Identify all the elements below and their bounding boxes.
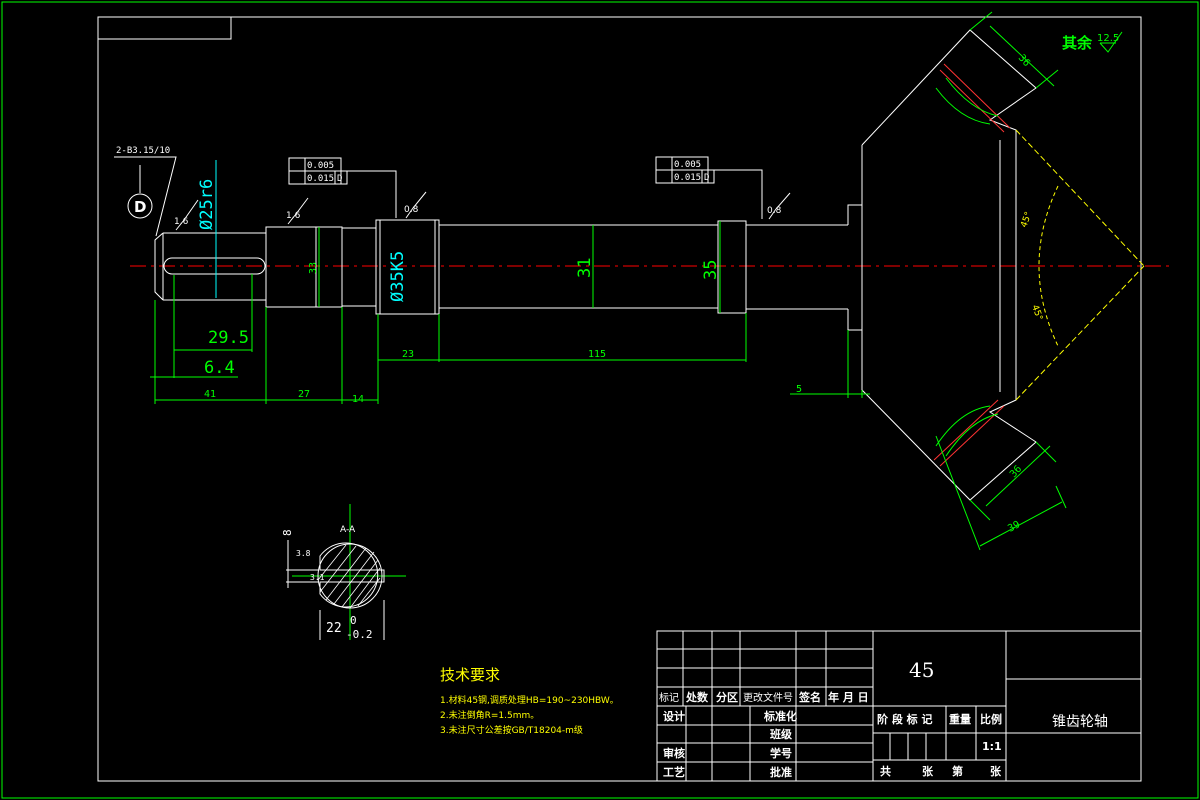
- dim-dia-35k5: Ø35K5: [388, 251, 408, 302]
- tech-requirement-3: 3.未注尺寸公差按GB/T18204-m级: [440, 724, 583, 736]
- dim-gear-bottom: 36: [1008, 464, 1024, 480]
- section-a-a: A-A 8 3.8 3.1 22 0 -0.2: [281, 504, 406, 641]
- finish-mark-2: 1.6: [286, 211, 301, 221]
- sheet-unit-1: 张: [922, 764, 934, 778]
- section-title: A-A: [340, 525, 356, 535]
- dim-gear-width: 39: [1006, 519, 1022, 534]
- dimension-lines: [150, 11, 1067, 551]
- role-student-id: 学号: [770, 746, 792, 760]
- shaft-outline: [154, 29, 1145, 501]
- tolerance-1-flatness: 0.015: [307, 174, 334, 184]
- gear-teeth-hatch: [933, 63, 1011, 467]
- dim-dia-33: 33: [308, 262, 319, 274]
- role-class: 班级: [770, 727, 793, 741]
- surface-finish-marks: [175, 191, 791, 231]
- dim-angle-top: 45°: [1019, 211, 1034, 229]
- datum-label: D: [134, 198, 146, 216]
- role-approve: 批准: [770, 765, 792, 779]
- finish-mark-4: 0.8: [767, 206, 782, 216]
- role-design: 设计: [663, 709, 685, 723]
- dim-angle-bottom: 45°: [1029, 304, 1044, 322]
- weight-header: 重量: [949, 712, 971, 726]
- header-count: 处数: [685, 690, 709, 704]
- tolerance-frame-2: 0.005 0.015 D: [655, 156, 763, 219]
- gear-teeth-arcs: [935, 77, 999, 457]
- dim-len-27: 27: [298, 389, 310, 400]
- surface-finish-other: 其余 12.5: [1062, 31, 1123, 53]
- tolerance-2-runout: 0.005: [674, 160, 701, 170]
- dim-len-23: 23: [402, 349, 414, 360]
- role-process: 工艺: [663, 765, 685, 779]
- dim-len-29-5: 29.5: [208, 328, 249, 348]
- dim-len-115: 115: [588, 349, 606, 360]
- part-name: 锥齿轮轴: [1052, 714, 1108, 730]
- cad-drawing: 其余 12.5 2-B3.15/10 D 1.6 1.6 0.8 0.8 0.0…: [0, 0, 1200, 800]
- tech-requirement-1: 1.材料45钢,调质处理HB=190~230HBW。: [440, 694, 619, 706]
- dim-gear-top: 36: [1016, 53, 1032, 69]
- finish-other-value: 12.5: [1097, 33, 1119, 44]
- section-keyway-side: 3.1: [310, 573, 325, 582]
- sheet-unit-2: 张: [990, 764, 1002, 778]
- dim-len-5: 5: [796, 384, 802, 395]
- section-keyway-top: 3.8: [296, 549, 311, 558]
- dim-dia-35: 35: [701, 260, 721, 280]
- scale-header: 比例: [980, 712, 1002, 726]
- stage-marks-header: 阶 段 标 记: [877, 712, 933, 726]
- header-change-doc: 更改文件号: [743, 691, 793, 704]
- tech-requirement-2: 2.未注倒角R=1.5mm。: [440, 709, 539, 721]
- material-value: 45: [909, 658, 934, 682]
- tolerance-2-flatness: 0.015: [674, 173, 701, 183]
- header-signature: 签名: [798, 690, 821, 704]
- dim-len-41: 41: [204, 389, 216, 400]
- title-block: [656, 630, 1142, 782]
- tolerance-2-datum: D: [704, 173, 709, 183]
- header-date: 年 月 日: [828, 690, 869, 704]
- dim-len-14: 14: [352, 394, 364, 405]
- center-hole-label: 2-B3.15/10: [116, 146, 170, 156]
- tech-requirements: 技术要求 1.材料45钢,调质处理HB=190~230HBW。 2.未注倒角R=…: [440, 666, 619, 736]
- finish-mark-1: 1.6: [174, 217, 189, 227]
- section-depth-lower: -0.2: [346, 628, 373, 641]
- tolerance-frame-1: 0.005 0.015 D: [288, 157, 397, 218]
- header-zone: 分区: [716, 690, 738, 704]
- tolerance-1-runout: 0.005: [307, 161, 334, 171]
- finish-mark-3: 0.8: [404, 205, 419, 215]
- surface-finish-values: 1.6 1.6 0.8 0.8: [174, 205, 782, 227]
- role-standardize: 标准化: [763, 709, 797, 723]
- center-hole-callout: 2-B3.15/10 D: [114, 146, 177, 237]
- section-width: 8: [281, 529, 294, 536]
- tolerance-1-datum: D: [337, 174, 342, 184]
- section-depth-value: 22: [326, 621, 342, 636]
- finish-other-label: 其余: [1062, 34, 1093, 52]
- dim-dia-25r6: Ø25r6: [197, 179, 217, 230]
- role-review: 审核: [663, 746, 685, 760]
- section-depth-upper: 0: [350, 614, 357, 627]
- dimension-texts: Ø25r6 33 Ø35K5 31 35 29.5 6.4 41 27 14 2…: [197, 53, 1044, 535]
- sheet-total-label: 共: [880, 764, 891, 778]
- header-mark: 标记: [659, 692, 679, 704]
- dim-len-6-4: 6.4: [204, 358, 235, 378]
- title-block-texts: 45 锥齿轮轴 标记 处数 分区 更改文件号 签名 年 月 日 设计 审核 工艺…: [659, 658, 1108, 779]
- tech-requirements-title: 技术要求: [440, 666, 500, 684]
- scale-value: 1:1: [982, 740, 1002, 753]
- sheet-number-label: 第: [952, 764, 963, 778]
- dim-dia-31: 31: [575, 258, 595, 278]
